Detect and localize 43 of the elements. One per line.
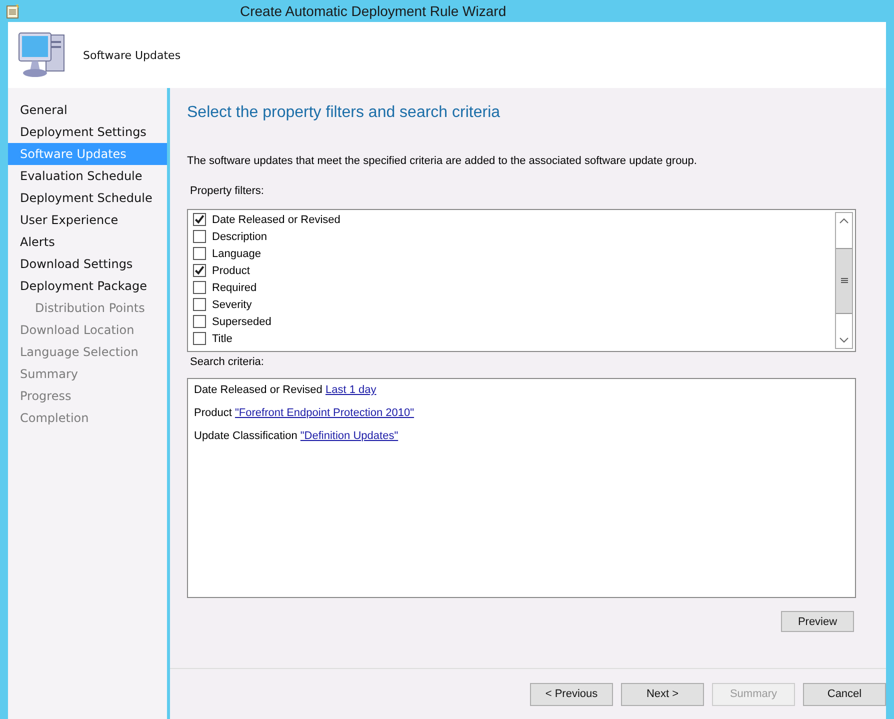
search-criteria-label: Search criteria: — [190, 356, 265, 368]
description-text: The software updates that meet the specified criteria are added to the associated software update group. — [187, 155, 698, 167]
filter-label: Severity — [212, 298, 252, 310]
checkbox[interactable] — [193, 298, 206, 311]
checkbox[interactable] — [193, 332, 206, 345]
wizard-button[interactable]: Next > — [621, 682, 704, 706]
filter-label: Superseded — [212, 316, 272, 328]
criteria-link[interactable]: Last 1 day — [325, 384, 376, 396]
page-title: Software Updates — [83, 48, 181, 62]
checkbox[interactable] — [193, 247, 206, 260]
sidebar-item[interactable]: General — [8, 99, 167, 121]
checkbox[interactable] — [193, 264, 206, 277]
filter-label: Required — [212, 282, 257, 294]
criteria-link[interactable]: "Definition Updates" — [300, 430, 398, 442]
sidebar-item[interactable]: Alerts — [8, 231, 167, 253]
criteria-label: Date Released or Revised — [194, 384, 322, 396]
wizard-app-icon — [6, 3, 20, 19]
wizard-button[interactable]: Cancel — [803, 682, 886, 706]
window-title: Create Automatic Deployment Rule Wizard — [240, 3, 506, 19]
checkbox[interactable] — [193, 230, 206, 243]
filter-label: Title — [212, 332, 232, 344]
preview-button[interactable]: Preview — [781, 611, 854, 632]
filter-label: Date Released or Revised — [212, 214, 340, 226]
filter-label: Product — [212, 264, 250, 276]
filter-label: Language — [212, 248, 261, 260]
criteria-label: Update Classification — [194, 430, 298, 442]
sidebar-item[interactable]: Deployment Package — [8, 275, 167, 297]
wizard-button[interactable]: < Previous — [530, 682, 613, 706]
sidebar-item[interactable]: Evaluation Schedule — [8, 165, 167, 187]
scrollbar[interactable] — [835, 212, 853, 349]
checkbox[interactable] — [193, 213, 206, 226]
criteria-label: Product — [194, 407, 232, 419]
sidebar-item[interactable]: Deployment Schedule — [8, 187, 167, 209]
sidebar-item[interactable]: Deployment Settings — [8, 121, 167, 143]
filter-label: Description — [212, 230, 268, 242]
criteria-link[interactable]: "Forefront Endpoint Protection 2010" — [234, 407, 414, 419]
sidebar-item[interactable]: User Experience — [8, 209, 167, 231]
sidebar-item[interactable]: Download Settings — [8, 253, 167, 275]
checkbox[interactable] — [193, 281, 206, 294]
property-filters-label: Property filters: — [190, 185, 265, 197]
section-heading: Select the property filters and search criteria — [187, 104, 502, 122]
scroll-thumb[interactable] — [836, 248, 852, 314]
checkbox[interactable] — [193, 315, 206, 328]
